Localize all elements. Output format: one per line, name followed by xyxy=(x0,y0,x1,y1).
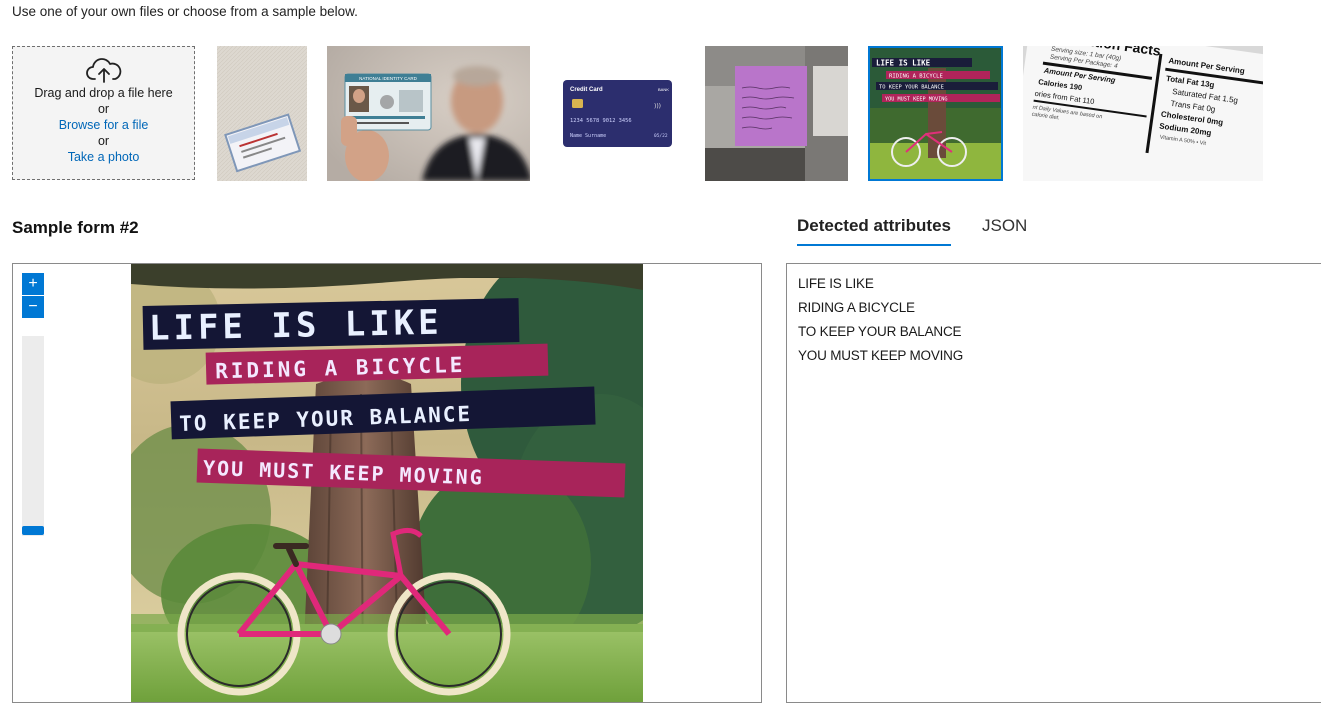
detected-line-2: RIDING A BICYCLE xyxy=(798,300,915,315)
tab-detected-attributes[interactable]: Detected attributes xyxy=(797,216,951,246)
image-viewer[interactable]: + − LIFE IS LIKE RIDING A BICYCLE TO KEE… xyxy=(12,263,762,703)
cloud-upload-icon xyxy=(85,58,121,83)
svg-text:RIDING A BICYCLE: RIDING A BICYCLE xyxy=(889,74,944,80)
sample-thumbnail-bicycle-poster[interactable]: LIFE IS LIKE RIDING A BICYCLE TO KEEP YO… xyxy=(868,46,1003,181)
file-drop-zone[interactable]: Drag and drop a file here or Browse for … xyxy=(12,46,195,180)
or-text: or xyxy=(97,102,110,116)
sample-form-title: Sample form #2 xyxy=(12,218,139,237)
detected-line-1: LIFE IS LIKE xyxy=(798,276,874,291)
zoom-slider-track[interactable] xyxy=(22,336,44,536)
detected-line-3: TO KEEP YOUR BALANCE xyxy=(798,324,962,339)
svg-text:LIFE IS LIKE: LIFE IS LIKE xyxy=(876,59,931,68)
poster-line-1: LIFE IS LIKE xyxy=(149,303,443,349)
bicycle-poster-image: LIFE IS LIKE RIDING A BICYCLE TO KEEP YO… xyxy=(870,48,1001,179)
id-card-image: NATIONAL IDENTITY CARD xyxy=(327,46,530,181)
tab-json[interactable]: JSON xyxy=(982,216,1027,244)
sample-thumbnail-credit-card[interactable]: Credit Card BANK ))) 1234 5678 9012 3456… xyxy=(550,46,685,181)
credit-card-number-text: 1234 5678 9012 3456 xyxy=(570,118,632,124)
credit-card-brand-text: Credit Card xyxy=(570,87,603,93)
sample-thumbnail-sticky-note[interactable] xyxy=(705,46,848,181)
credit-card-holder-text: Name Surname xyxy=(570,133,606,139)
or-text: or xyxy=(97,134,110,148)
zoom-in-button[interactable]: + xyxy=(22,273,44,295)
svg-text:YOU MUST KEEP MOVING: YOU MUST KEEP MOVING xyxy=(885,97,947,103)
drag-drop-text: Drag and drop a file here xyxy=(34,86,173,100)
take-photo-link[interactable]: Take a photo xyxy=(13,149,194,165)
ssn-card-image xyxy=(217,46,307,181)
svg-text:TO KEEP YOUR BALANCE: TO KEEP YOUR BALANCE xyxy=(879,85,944,91)
nutrition-label-image: Nutrition Facts Serving size: 1 bar (40g… xyxy=(1023,46,1263,181)
credit-card-expiry-text: 05/22 xyxy=(654,133,668,139)
poster-preview-image: LIFE IS LIKE RIDING A BICYCLE TO KEEP YO… xyxy=(131,264,643,702)
sticky-note-image xyxy=(705,46,848,181)
browse-file-link[interactable]: Browse for a file xyxy=(13,117,194,133)
credit-card-bank-text: BANK xyxy=(658,87,669,92)
sample-thumbnail-ssn-card[interactable] xyxy=(217,46,307,181)
id-card-title-text: NATIONAL IDENTITY CARD xyxy=(359,76,417,81)
zoom-out-button[interactable]: − xyxy=(22,296,44,318)
credit-card-image: Credit Card BANK ))) 1234 5678 9012 3456… xyxy=(550,46,685,181)
svg-text:))): ))) xyxy=(654,103,661,110)
detected-line-4: YOU MUST KEEP MOVING xyxy=(798,348,964,363)
sample-thumbnail-nutrition-label[interactable]: Nutrition Facts Serving size: 1 bar (40g… xyxy=(1023,46,1263,181)
detected-attributes-panel: LIFE IS LIKE RIDING A BICYCLE TO KEEP YO… xyxy=(786,263,1321,703)
intro-text: Use one of your own files or choose from… xyxy=(12,4,358,19)
zoom-slider-handle[interactable] xyxy=(22,526,44,535)
sample-thumbnail-id-card[interactable]: NATIONAL IDENTITY CARD xyxy=(327,46,530,181)
